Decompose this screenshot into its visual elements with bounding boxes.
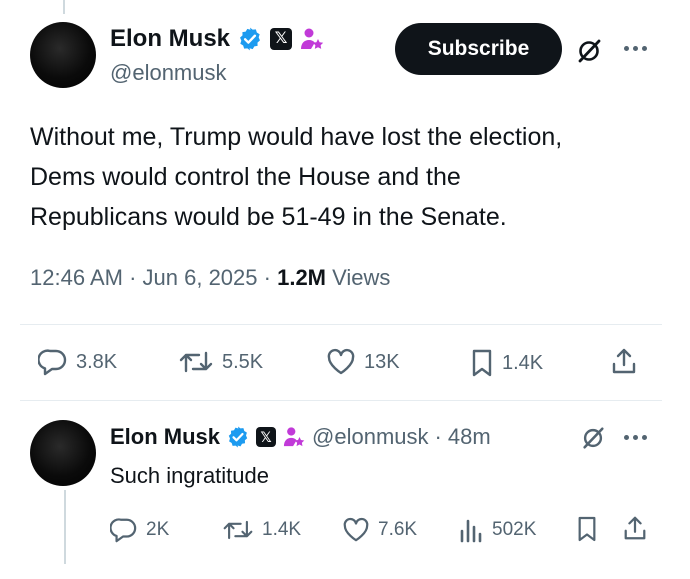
x-logo-badge-icon: 𝕏 — [256, 427, 277, 447]
verified-badge-icon — [240, 27, 260, 51]
tweet-meta: 12:46 AM · Jun 6, 2025 · 1.2M Views — [30, 265, 390, 291]
reply-button[interactable]: 3.8K — [38, 348, 117, 376]
views-count: 502K — [492, 519, 537, 540]
reply-avatar[interactable] — [30, 420, 96, 486]
like-count: 7.6K — [378, 519, 418, 540]
affiliate-badge-icon — [301, 28, 324, 49]
tweet-text-line: Republicans would be 51-49 in the Senate… — [30, 203, 507, 231]
heart-icon — [343, 517, 369, 542]
reply-count: 3.8K — [76, 350, 118, 373]
reply-author-row: Elon Musk 𝕏 @elonmusk · 48m — [110, 424, 491, 450]
x-logo-badge-icon: 𝕏 — [270, 28, 293, 50]
author-handle[interactable]: @elonmusk — [110, 60, 227, 86]
share-icon — [624, 516, 646, 540]
like-count: 13K — [364, 350, 400, 373]
reply-author-name[interactable]: Elon Musk — [110, 424, 220, 450]
affiliate-badge-icon — [283, 427, 305, 447]
avatar[interactable] — [30, 22, 96, 88]
views-chart-icon — [460, 519, 482, 543]
tweet-time[interactable]: 12:46 AM — [30, 265, 123, 290]
reply-bookmark-button[interactable] — [576, 515, 598, 543]
bookmark-count: 1.4K — [502, 351, 544, 374]
bookmark-icon — [472, 349, 492, 377]
reply-repost-button[interactable]: 1.4K — [222, 517, 301, 543]
subscribe-button[interactable]: Subscribe — [395, 23, 562, 75]
reply-share-button[interactable] — [622, 514, 648, 542]
meta-separator: · — [434, 424, 442, 449]
verified-badge-icon — [228, 426, 248, 448]
meta-separator: · — [263, 265, 278, 290]
views-count: 1.2M — [277, 265, 327, 290]
share-button[interactable] — [610, 346, 638, 376]
reply-text: Such ingratitude — [110, 463, 269, 488]
reply-author-handle[interactable]: @elonmusk — [312, 424, 429, 450]
thread-connector — [64, 490, 66, 564]
repost-icon — [179, 351, 213, 373]
tweet-text: Without me, Trump would have lost the el… — [30, 117, 670, 237]
more-options-icon[interactable] — [624, 46, 647, 51]
tweet-text-line: Without me, Trump would have lost the el… — [30, 123, 563, 151]
tweet-date[interactable]: Jun 6, 2025 — [143, 265, 258, 290]
bookmark-icon — [578, 516, 596, 542]
heart-icon — [327, 348, 355, 375]
bookmark-button[interactable]: 1.4K — [470, 348, 543, 378]
author-row: Elon Musk 𝕏 — [110, 25, 325, 53]
like-button[interactable]: 13K — [326, 348, 400, 376]
repost-icon — [223, 520, 253, 540]
grok-icon[interactable] — [575, 37, 603, 65]
author-name[interactable]: Elon Musk — [110, 25, 230, 53]
meta-separator: · — [129, 265, 143, 290]
tweet-text-line: Dems would control the House and the — [30, 163, 461, 191]
share-icon — [612, 348, 636, 374]
reply-icon — [110, 518, 137, 543]
reply-age[interactable]: 48m — [448, 424, 491, 450]
views-label: Views — [332, 265, 391, 290]
repost-count: 5.5K — [222, 350, 264, 373]
repost-button[interactable]: 5.5K — [178, 348, 263, 376]
more-options-icon[interactable] — [624, 435, 647, 440]
reply-count: 2K — [146, 519, 170, 540]
reply-reply-button[interactable]: 2K — [110, 517, 169, 543]
repost-count: 1.4K — [262, 519, 302, 540]
divider — [20, 324, 662, 325]
reply-like-button[interactable]: 7.6K — [342, 517, 417, 543]
thread-connector-top — [63, 0, 65, 14]
reply-views-button[interactable]: 502K — [458, 517, 536, 543]
reply-icon — [38, 349, 67, 376]
divider — [20, 400, 662, 401]
grok-icon[interactable] — [580, 425, 606, 451]
